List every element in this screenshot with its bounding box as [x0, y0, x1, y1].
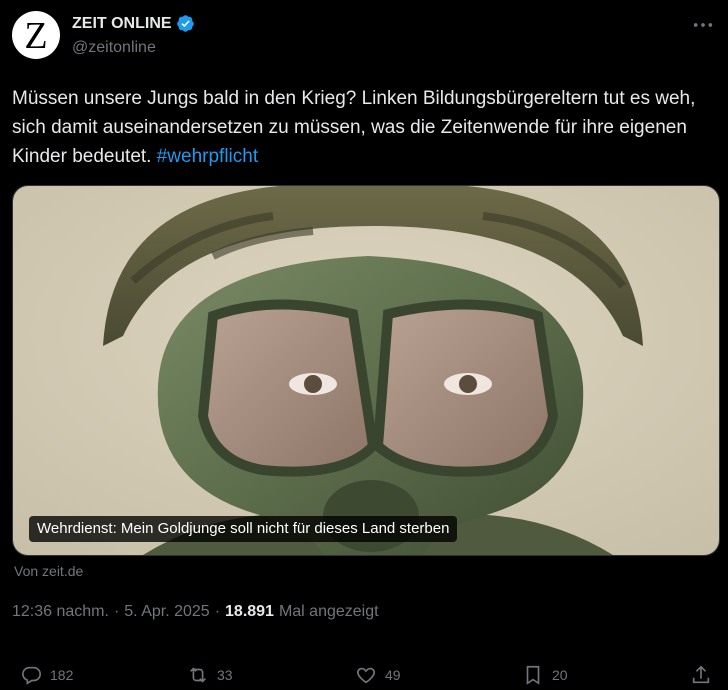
card-caption[interactable]: Wehrdienst: Mein Goldjunge soll nicht fü…	[29, 516, 458, 542]
tweet-body: Müssen unsere Jungs bald in den Krieg? L…	[12, 88, 696, 167]
display-name[interactable]: ZEIT ONLINE	[72, 15, 172, 33]
bookmark-button[interactable]: 20	[522, 664, 568, 686]
action-bar: 182 33 49 20	[0, 664, 728, 690]
more-options-icon[interactable]	[692, 14, 714, 36]
repost-button[interactable]: 33	[187, 664, 233, 686]
like-count: 49	[385, 667, 401, 683]
card-source[interactable]: Von zeit.de	[14, 563, 83, 579]
reply-icon	[22, 666, 41, 685]
views-label: Mal angezeigt	[278, 603, 379, 620]
link-card-image[interactable]: Wehrdienst: Mein Goldjunge soll nicht fü…	[12, 185, 720, 556]
verified-badge-icon	[176, 15, 194, 32]
author-name-row: ZEIT ONLINE	[72, 14, 195, 33]
avatar-letter: Z	[24, 15, 48, 57]
bookmark-icon	[526, 665, 540, 685]
gas-mask-photo	[13, 186, 719, 555]
avatar[interactable]: Z	[12, 11, 60, 59]
share-icon	[692, 665, 710, 684]
hashtag-link[interactable]: #wehrpflicht	[157, 146, 258, 167]
bookmark-count: 20	[552, 667, 568, 683]
views-count: 18.891	[225, 603, 274, 620]
repost-count: 33	[217, 667, 233, 683]
handle[interactable]: @zeitonline	[72, 39, 156, 57]
tweet-meta: 12:36 nachm. · 5. Apr. 2025 · 18.891 Mal…	[12, 603, 379, 621]
repost-icon	[190, 667, 206, 683]
meta-separator: ·	[214, 603, 221, 620]
meta-separator: ·	[113, 603, 120, 620]
tweet-time[interactable]: 12:36 nachm.	[12, 603, 109, 621]
tweet-date[interactable]: 5. Apr. 2025	[124, 603, 209, 621]
share-button[interactable]	[690, 664, 712, 686]
reply-count: 182	[50, 667, 74, 683]
reply-button[interactable]: 182	[20, 664, 73, 686]
like-button[interactable]: 49	[355, 664, 401, 686]
tweet-text: Müssen unsere Jungs bald in den Krieg? L…	[12, 84, 716, 171]
heart-icon	[357, 667, 375, 684]
